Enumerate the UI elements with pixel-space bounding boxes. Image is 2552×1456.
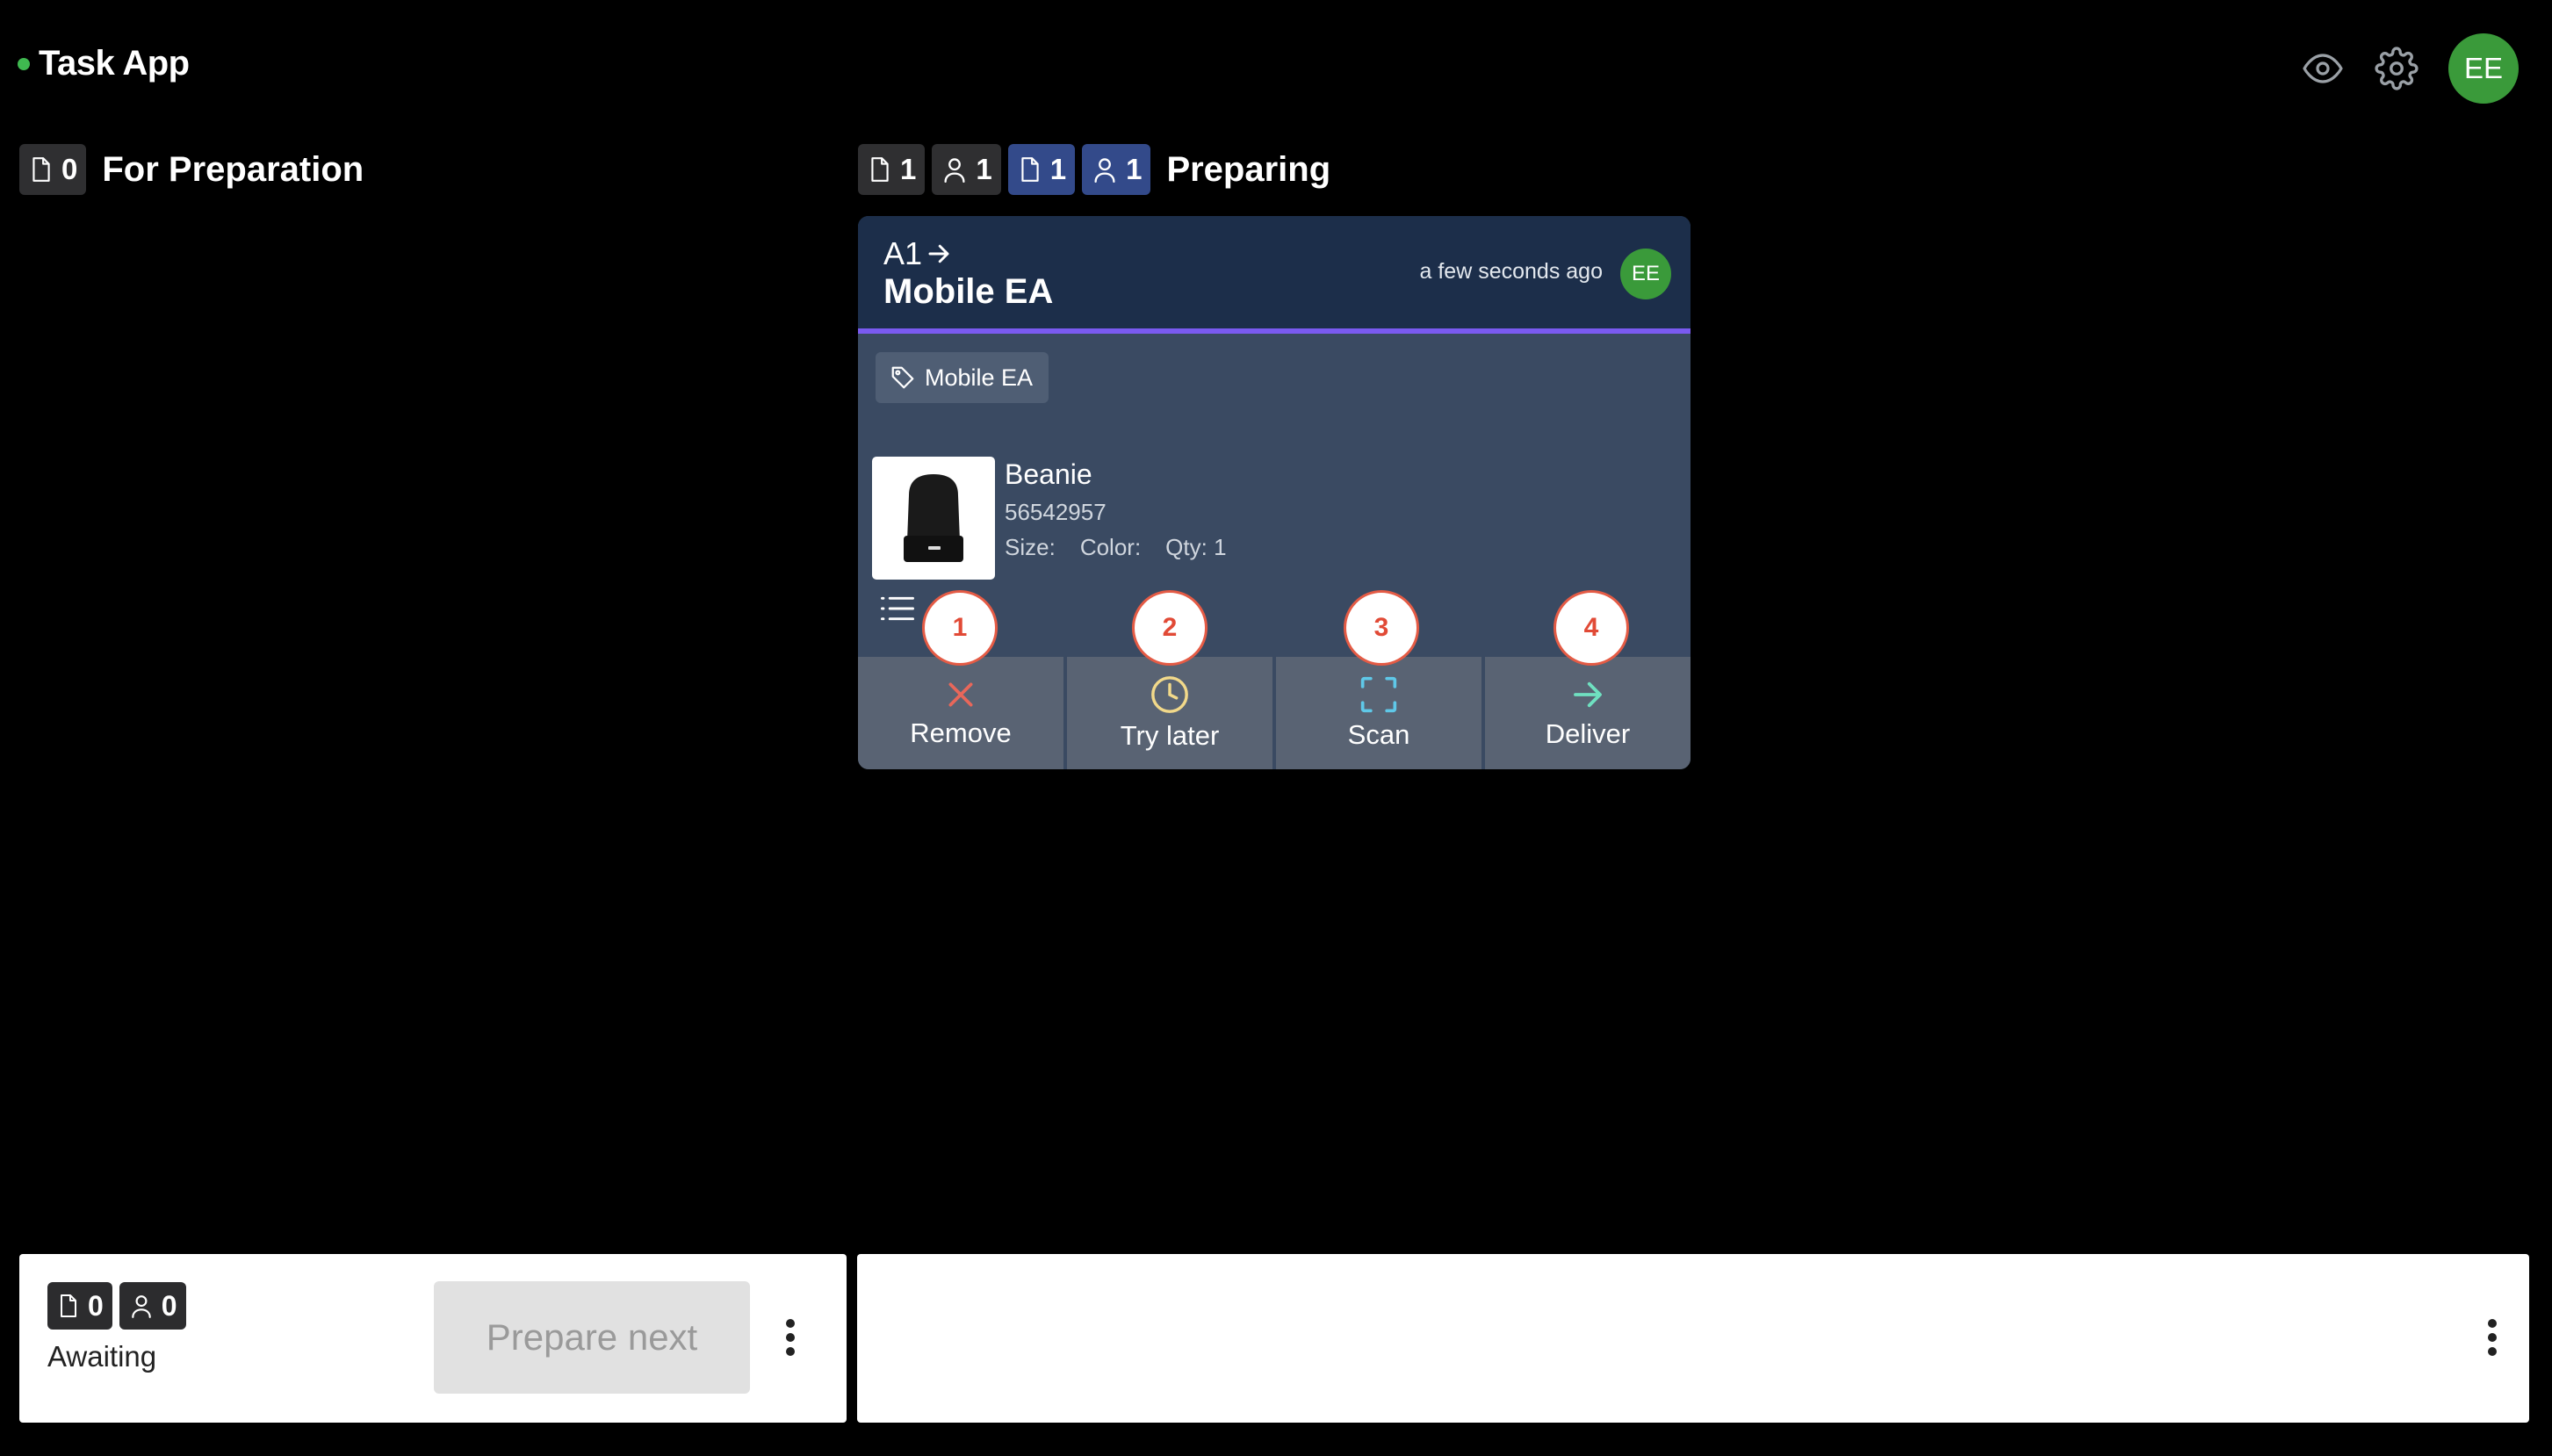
queue-status: Awaiting <box>47 1340 157 1373</box>
card-title: Mobile EA <box>883 272 1054 311</box>
close-icon <box>948 682 973 707</box>
arrow-right-icon <box>928 244 949 263</box>
details-panel <box>857 1254 2529 1423</box>
status-dot <box>18 57 30 70</box>
app-header-title: Task App <box>18 44 190 83</box>
arrow-right-icon <box>1574 681 1602 708</box>
document-icon <box>32 157 50 182</box>
deliver-button[interactable]: Deliver <box>1485 657 1691 769</box>
document-icon <box>1021 157 1039 182</box>
marker-3: 3 <box>1344 590 1419 666</box>
item-meta: Size: Color: Qty: 1 <box>1005 534 1227 561</box>
assignee-avatar: EE <box>1620 249 1671 299</box>
scan-button[interactable]: Scan <box>1276 657 1481 769</box>
users-count-badge: 0 <box>119 1282 186 1330</box>
user-avatar[interactable]: EE <box>2448 33 2519 104</box>
more-options-icon[interactable] <box>2475 1307 2510 1368</box>
user-icon <box>132 1295 151 1318</box>
document-icon <box>61 1294 76 1317</box>
clock-icon <box>1151 676 1188 713</box>
queue-panel: 0 0 Awaiting Prepare next <box>19 1254 847 1423</box>
marker-4: 4 <box>1554 590 1629 666</box>
item-qty: Qty: 1 <box>1165 534 1227 560</box>
card-header: A1 Mobile EA a few seconds ago EE <box>858 216 1691 334</box>
users-count-badge: 1 <box>932 144 1001 195</box>
user-icon <box>944 158 965 183</box>
tag-icon <box>891 366 914 389</box>
my-docs-count-badge: 1 <box>1007 144 1076 195</box>
item-size: Size: <box>1005 534 1056 560</box>
card-timestamp: a few seconds ago <box>1419 259 1603 284</box>
card-actions: Remove Try later Scan Deliver <box>858 657 1691 769</box>
eye-icon[interactable] <box>2301 47 2345 90</box>
column-title: Preparing <box>1166 149 1331 189</box>
try-later-button[interactable]: Try later <box>1067 657 1272 769</box>
scan-icon <box>1360 676 1397 713</box>
column-title: For Preparation <box>102 149 364 189</box>
more-options-icon[interactable] <box>773 1307 808 1368</box>
marker-1: 1 <box>922 590 998 666</box>
item-name: Beanie <box>1005 458 1092 490</box>
item-color: Color: <box>1079 534 1142 560</box>
card-tag: Mobile EA <box>876 352 1049 403</box>
column-header-preparing: 1 1 1 1 Preparing <box>858 144 1330 195</box>
marker-2: 2 <box>1132 590 1208 666</box>
docs-count-badge: 1 <box>858 144 926 195</box>
user-icon <box>1094 158 1115 183</box>
list-icon[interactable] <box>881 595 914 622</box>
task-card[interactable]: A1 Mobile EA a few seconds ago EE Mobile… <box>858 216 1691 769</box>
card-code: A1 <box>883 235 952 272</box>
prepare-next-button[interactable]: Prepare next <box>434 1281 750 1394</box>
docs-count-badge: 0 <box>47 1282 112 1330</box>
column-header-for-preparation: 0 For Preparation <box>19 144 364 195</box>
gear-icon[interactable] <box>2375 47 2419 90</box>
document-icon <box>871 157 889 182</box>
item-sku: 56542957 <box>1005 499 1107 525</box>
my-users-count-badge: 1 <box>1082 144 1151 195</box>
product-image <box>872 457 995 580</box>
app-title: Task App <box>39 44 190 83</box>
docs-count-badge: 0 <box>19 144 87 195</box>
remove-button[interactable]: Remove <box>858 657 1063 769</box>
